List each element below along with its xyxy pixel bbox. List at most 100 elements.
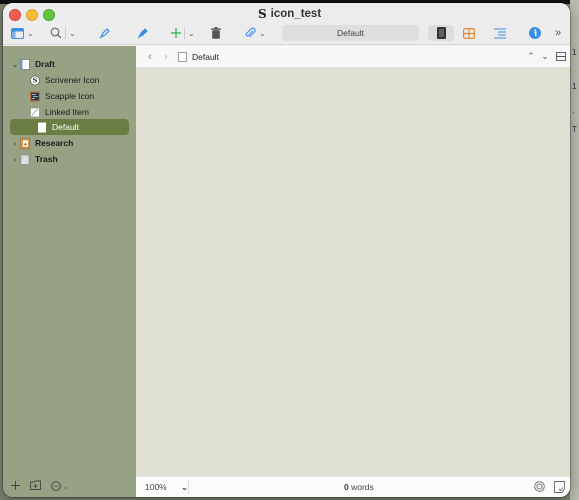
document-lines-icon [436,27,446,39]
chevron-right-icon: › [164,50,168,63]
binder-item-default[interactable]: Default [10,119,129,135]
disclosure-collapsed-icon[interactable]: › [10,155,20,164]
search-button[interactable]: ⌄ [50,24,76,42]
disclosure-expanded-icon[interactable]: ⌄ [10,60,20,69]
plus-icon [171,28,181,38]
binder-item-label: Scapple Icon [45,91,95,101]
minimize-window-button[interactable] [26,9,38,21]
editor-footer: 100% ⌄ 0 words [136,476,570,497]
targets-button[interactable] [534,481,545,494]
word-count-number: 0 [344,482,349,492]
binder-item-label: Research [35,138,74,148]
close-window-button[interactable] [9,9,21,21]
info-icon [529,27,541,39]
editor-text-area[interactable] [136,68,570,476]
split-editor-icon [556,52,566,61]
binder-item-linked-item[interactable]: Linked Item [10,104,129,120]
back-button[interactable]: ‹ [142,51,158,63]
target-icon [534,481,545,492]
document-check-icon [554,481,565,493]
chevron-left-icon: ‹ [148,50,152,63]
word-count-label: words [351,482,374,492]
chevron-down-icon: ⌄ [181,483,188,492]
previous-document-button[interactable]: ⌃ [524,51,538,62]
add-button[interactable]: ⌄ [171,24,195,42]
zoom-select[interactable]: 100% ⌄ [145,482,188,492]
disclosure-collapsed-icon[interactable]: › [10,139,20,148]
word-count: 0 words [344,482,374,492]
linked-image-icon [30,107,40,117]
binder-more-button[interactable]: ⌄ [51,481,69,491]
binder-item-label: Default [52,122,79,132]
next-document-button[interactable]: ⌄ [538,51,552,62]
document-title-field[interactable]: Default [282,25,419,41]
sidebar-layout-icon [11,27,24,39]
chevron-down-icon: ⌄ [62,481,69,491]
trash-icon [211,27,221,39]
chevron-up-icon: ⌃ [527,51,535,61]
titlebar: S icon_test ⌄ ⌄ ⌄ ⌄ Default » [3,3,570,45]
trash-folder-icon [20,153,30,165]
binder-item-scapple-icon[interactable]: Scapple Icon [10,88,129,104]
editor-doc-title[interactable]: Default [192,52,219,62]
notes-button[interactable] [554,481,565,495]
outline-lines-icon [494,27,506,39]
blank-document-icon [38,122,46,132]
attach-button[interactable]: ⌄ [244,24,266,42]
scrivener-s-icon: S [258,7,267,21]
app-window: S icon_test ⌄ ⌄ ⌄ ⌄ Default » ⌄ Draft S … [3,3,570,497]
chevron-down-icon: ⌄ [259,28,266,38]
background-glyph: T [572,125,577,134]
scrivenings-view-button[interactable] [428,25,454,41]
binder-item-label: Draft [35,59,55,69]
pen-nib-filled-icon [137,28,148,39]
draft-folder-icon [20,58,30,70]
quick-reference-button[interactable] [99,24,111,42]
toolbar-separator [65,27,66,39]
forward-button[interactable]: › [158,51,174,63]
binder-item-label: Scrivener Icon [45,75,100,85]
binder-footer: ⌄ [3,475,136,497]
toolbar-overflow-button[interactable]: » [555,24,561,42]
corkboard-view-button[interactable] [463,24,475,42]
svg-text:S: S [33,76,38,84]
binder-item-label: Linked Item [45,107,89,117]
magnifier-icon [50,27,62,39]
background-glyph: 1 [572,48,577,57]
split-editor-button[interactable] [552,52,570,61]
footer-divider [188,480,189,494]
scapple-icon [30,91,40,101]
binder-item-scrivener-icon[interactable]: S Scrivener Icon [10,72,129,88]
binder-item-draft[interactable]: ⌄ Draft [10,56,129,72]
pen-nib-icon [99,28,110,39]
binder-item-trash[interactable]: › Trash [10,151,129,167]
add-document-button[interactable] [11,477,20,495]
chevron-down-icon: ⌄ [69,28,76,38]
scrivener-icon: S [30,75,40,85]
editor-header: ‹ › Default ⌃ ⌄ [136,46,570,68]
double-chevron-right-icon: » [555,27,562,39]
inspector-button[interactable] [529,24,541,42]
window-title: S icon_test [258,6,321,22]
background-window-edge: 1 1 · T [570,0,579,500]
add-folder-button[interactable] [30,477,41,495]
view-mode-button[interactable]: ⌄ [11,24,34,42]
binder-item-label: Trash [35,154,58,164]
binder-item-research[interactable]: › Research [10,135,129,151]
plus-icon [11,481,20,490]
zoom-window-button[interactable] [43,9,55,21]
outliner-view-button[interactable] [494,24,506,42]
background-glyph: 1 [572,82,577,91]
inspector-pen-button[interactable] [137,24,149,42]
chevron-down-icon: ⌄ [188,28,195,38]
chevron-down-icon: ⌄ [541,51,549,61]
corkboard-grid-icon [463,27,475,39]
document-icon [178,51,187,62]
chevron-down-icon: ⌄ [27,28,34,38]
ellipsis-circle-icon [51,481,61,491]
window-title-text: icon_test [270,8,322,20]
zoom-value: 100% [145,482,167,492]
trash-button[interactable] [211,24,221,42]
background-glyph: · [572,108,575,117]
toolbar-separator [184,27,185,39]
